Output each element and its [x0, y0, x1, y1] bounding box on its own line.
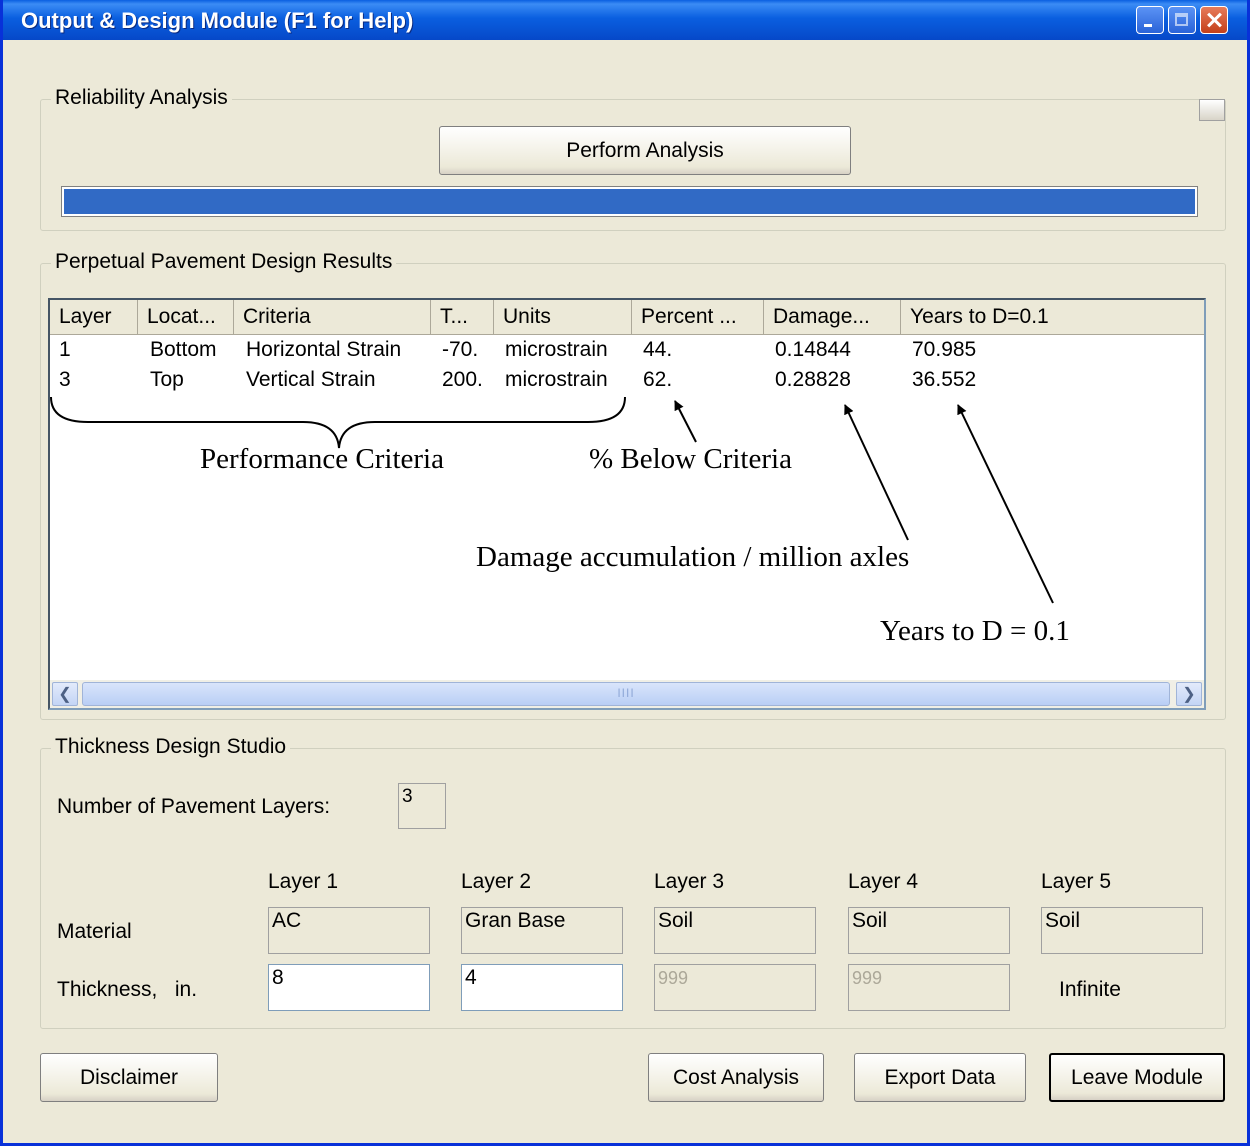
damage-arrow: [844, 404, 909, 541]
damage-annotation: Damage accumulation / million axles: [476, 541, 910, 573]
num-layers-label: Number of Pavement Layers:: [57, 795, 331, 818]
percent-below-annotation: % Below Criteria: [589, 443, 792, 475]
material-label: Material: [57, 920, 132, 943]
layer-1-material-field: AC: [268, 907, 430, 954]
layer-4-header: Layer 4: [848, 870, 919, 893]
performance-criteria-brace: [50, 396, 626, 449]
percent-below-arrow: [674, 400, 697, 443]
layer-1-thickness-input[interactable]: 8: [268, 964, 430, 1011]
layer-4-thickness-input: 999: [848, 964, 1010, 1011]
layer-2-header: Layer 2: [461, 870, 532, 893]
layer-4-material-field: Soil: [848, 907, 1010, 954]
years-annotation: Years to D = 0.1: [880, 615, 1070, 647]
disclaimer-button[interactable]: Disclaimer: [40, 1053, 218, 1102]
layer-3-thickness-input: 999: [654, 964, 816, 1011]
leave-module-button[interactable]: Leave Module: [1049, 1053, 1225, 1102]
layer-2-material-field: Gran Base: [461, 907, 623, 954]
layer-5-material-field: Soil: [1041, 907, 1203, 954]
performance-criteria-annotation: Performance Criteria: [200, 443, 444, 475]
output-design-window: Output & Design Module (F1 for Help) Rel…: [0, 0, 1250, 1146]
layer-3-header: Layer 3: [654, 870, 725, 893]
cost-analysis-button[interactable]: Cost Analysis: [648, 1053, 824, 1102]
thickness-label: Thickness, in.: [57, 978, 198, 1001]
thickness-design-label: Thickness Design Studio: [51, 735, 291, 759]
layer-1-header: Layer 1: [268, 870, 339, 893]
num-layers-field: 3: [398, 783, 446, 829]
layer-5-thickness-value: Infinite: [1059, 978, 1121, 1001]
export-data-button[interactable]: Export Data: [854, 1053, 1026, 1102]
layer-5-header: Layer 5: [1041, 870, 1112, 893]
years-arrow: [957, 404, 1054, 604]
layer-3-material-field: Soil: [654, 907, 816, 954]
layer-2-thickness-input[interactable]: 4: [461, 964, 623, 1011]
